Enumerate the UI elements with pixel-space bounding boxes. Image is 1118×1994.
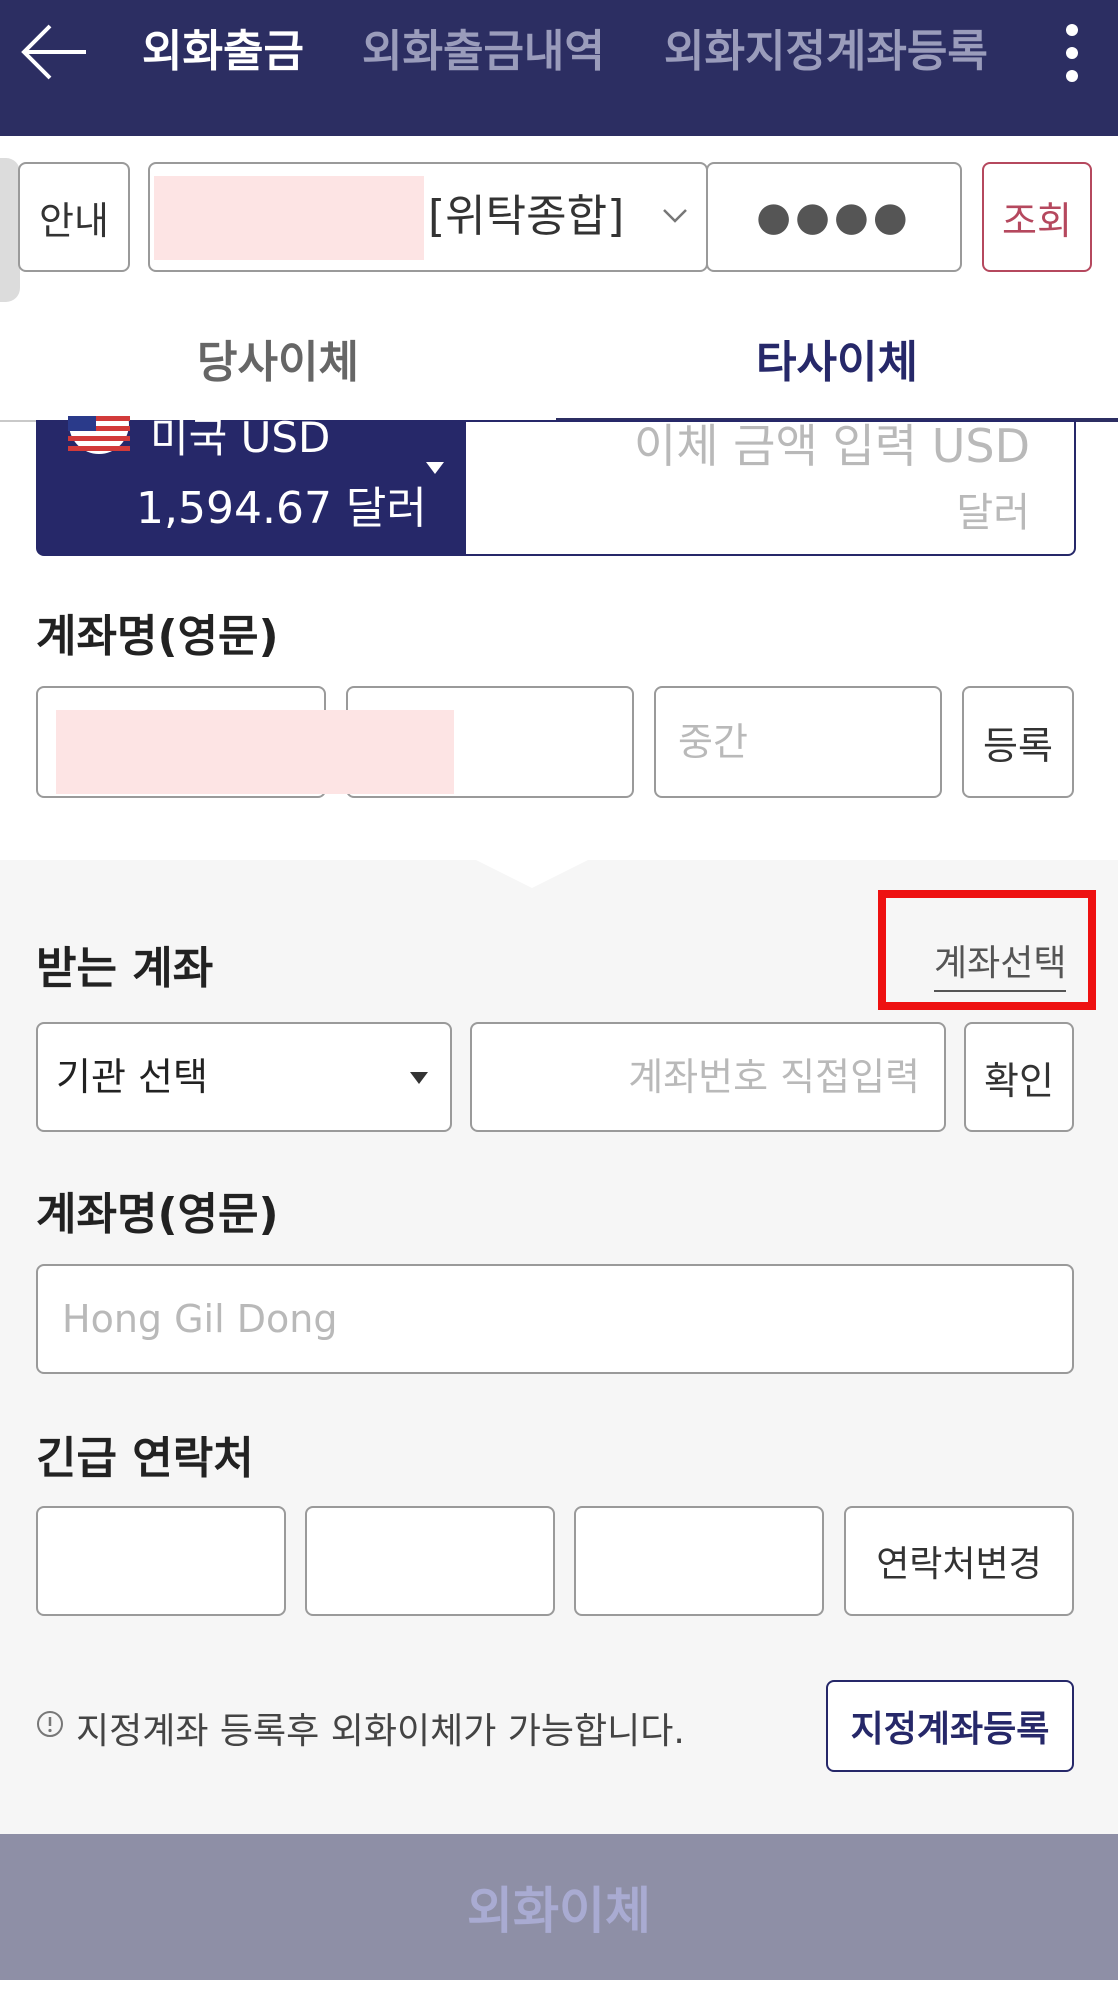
arrow-left-icon[interactable] bbox=[20, 22, 90, 82]
redacted-sender-name bbox=[56, 710, 454, 794]
tab-other-company-transfer[interactable]: 타사이체 bbox=[556, 318, 1118, 408]
account-number-input[interactable]: 계좌번호 직접입력 bbox=[470, 1022, 946, 1132]
account-type-label: [위탁종합] bbox=[428, 191, 625, 242]
middle-name-placeholder: 중간 bbox=[678, 720, 748, 764]
chevron-down-icon bbox=[660, 200, 690, 230]
contact-part-1-field[interactable] bbox=[36, 1506, 286, 1616]
emergency-contact-label: 긴급 연락처 bbox=[36, 1433, 254, 1484]
contact-part-3-field[interactable] bbox=[574, 1506, 824, 1616]
change-contact-button[interactable]: 연락처변경 bbox=[844, 1506, 1074, 1616]
password-field[interactable]: ●●●● bbox=[706, 162, 962, 272]
amount-placeholder: 이체 금액 입력 USD bbox=[633, 419, 1030, 473]
fx-transfer-button[interactable]: 외화이체 bbox=[0, 1834, 1118, 1980]
confirm-account-button[interactable]: 확인 bbox=[964, 1022, 1074, 1132]
amount-unit: 달러 bbox=[956, 490, 1030, 536]
us-flag-icon bbox=[68, 416, 130, 462]
caret-down-icon bbox=[424, 460, 446, 476]
redacted-account-number bbox=[154, 176, 424, 260]
institution-select-value: 기관 선택 bbox=[56, 1055, 208, 1099]
account-select-dropdown[interactable]: [위탁종합] bbox=[148, 162, 708, 272]
currency-name: 미국 USD bbox=[150, 413, 331, 462]
tab-fx-withdrawal[interactable]: 외화출금 bbox=[142, 22, 304, 82]
notice-text: 지정계좌 등록후 외화이체가 가능합니다. bbox=[76, 1711, 685, 1752]
info-circle-icon bbox=[36, 1710, 64, 1738]
institution-select[interactable]: 기관 선택 bbox=[36, 1022, 452, 1132]
kebab-menu-icon[interactable] bbox=[1050, 18, 1094, 88]
caret-down-icon bbox=[408, 1070, 430, 1086]
highlight-box bbox=[878, 890, 1096, 1010]
contact-part-2-field[interactable] bbox=[305, 1506, 555, 1616]
receiver-name-placeholder: Hong Gil Dong bbox=[62, 1297, 338, 1341]
register-designated-account-button[interactable]: 지정계좌등록 bbox=[826, 1680, 1074, 1772]
tab-same-company-transfer[interactable]: 당사이체 bbox=[0, 318, 556, 408]
receiver-name-input[interactable]: Hong Gil Dong bbox=[36, 1264, 1074, 1374]
section-pointer bbox=[472, 858, 592, 890]
tab-fx-designated-account-registration[interactable]: 외화지정계좌등록 bbox=[664, 22, 988, 82]
sender-middle-name-field[interactable]: 중간 bbox=[654, 686, 942, 798]
currency-balance: 1,594.67 달러 bbox=[136, 483, 427, 534]
sender-account-name-label: 계좌명(영문) bbox=[36, 611, 279, 662]
tab-fx-withdrawal-history[interactable]: 외화출금내역 bbox=[362, 22, 605, 82]
account-number-placeholder: 계좌번호 직접입력 bbox=[628, 1055, 920, 1099]
transfer-amount-input[interactable]: 이체 금액 입력 USD 달러 bbox=[466, 419, 1076, 556]
side-drawer-handle[interactable] bbox=[0, 158, 20, 302]
query-button[interactable]: 조회 bbox=[982, 162, 1092, 272]
register-name-button[interactable]: 등록 bbox=[962, 686, 1074, 798]
currency-select[interactable]: 미국 USD 1,594.67 달러 bbox=[36, 413, 468, 556]
info-button[interactable]: 안내 bbox=[18, 162, 130, 272]
receiver-account-name-label: 계좌명(영문) bbox=[36, 1189, 279, 1240]
receive-account-label: 받는 계좌 bbox=[36, 943, 214, 994]
